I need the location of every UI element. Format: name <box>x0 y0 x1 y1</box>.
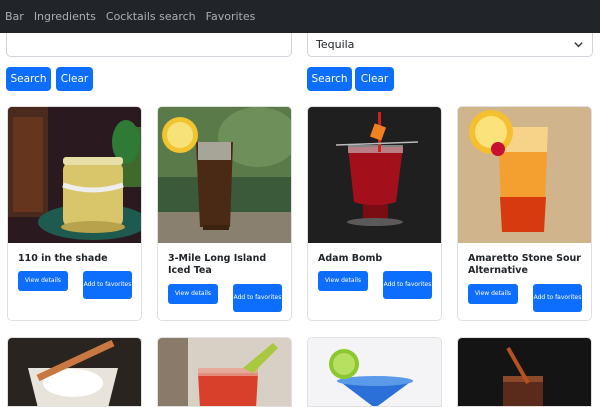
add-to-favorites-button[interactable]: Add to favorites <box>233 284 282 312</box>
cocktail-image[interactable] <box>308 107 441 243</box>
clear-button-left[interactable]: Clear <box>56 67 93 91</box>
view-details-button[interactable]: View details <box>318 271 368 291</box>
cocktail-image[interactable] <box>158 107 291 243</box>
cocktail-card: 110 in the shade View details Add to fav… <box>7 106 142 321</box>
chevron-down-icon <box>574 42 583 48</box>
cocktail-card-row2[interactable] <box>7 337 142 407</box>
view-details-button[interactable]: View details <box>468 284 518 304</box>
nav-link-cocktails-search[interactable]: Cocktails search <box>106 10 196 23</box>
cocktail-image <box>458 338 591 406</box>
cocktail-card: 3-Mile Long Island Iced Tea View details… <box>157 106 292 321</box>
cocktail-card-row2[interactable] <box>307 337 442 407</box>
nav-link-favorites[interactable]: Favorites <box>206 10 256 23</box>
cocktail-card-row2[interactable] <box>457 337 592 407</box>
cocktail-image <box>158 338 291 406</box>
view-details-button[interactable]: View details <box>168 284 218 304</box>
navbar: Bar Ingredients Cocktails search Favorit… <box>0 0 600 33</box>
nav-link-bar[interactable]: Bar <box>5 10 24 23</box>
view-details-button[interactable]: View details <box>18 271 68 291</box>
search-input[interactable] <box>6 33 292 57</box>
cocktail-image <box>8 338 141 406</box>
add-to-favorites-button[interactable]: Add to favorites <box>83 271 132 299</box>
search-button-left[interactable]: Search <box>6 67 51 91</box>
nav-link-ingredients[interactable]: Ingredients <box>34 10 96 23</box>
add-to-favorites-button[interactable]: Add to favorites <box>533 284 582 312</box>
clear-button-right[interactable]: Clear <box>355 67 394 91</box>
card-title: Adam Bomb <box>318 253 383 264</box>
card-title: Amaretto Stone Sour Alternative <box>468 253 581 276</box>
card-title: 3-Mile Long Island Iced Tea <box>168 253 267 276</box>
cocktail-card: Amaretto Stone Sour Alternative View det… <box>457 106 592 321</box>
ingredient-select[interactable]: Tequila <box>307 33 593 57</box>
cocktail-card-row2[interactable] <box>157 337 292 407</box>
cocktail-image[interactable] <box>8 107 141 243</box>
card-title: 110 in the shade <box>18 253 108 264</box>
search-button-right[interactable]: Search <box>307 67 352 91</box>
cocktail-card: Adam Bomb View details Add to favorites <box>307 106 442 321</box>
ingredient-select-value: Tequila <box>316 38 355 51</box>
cocktail-image <box>308 338 441 406</box>
add-to-favorites-button[interactable]: Add to favorites <box>383 271 432 299</box>
cocktail-image[interactable] <box>458 107 591 243</box>
